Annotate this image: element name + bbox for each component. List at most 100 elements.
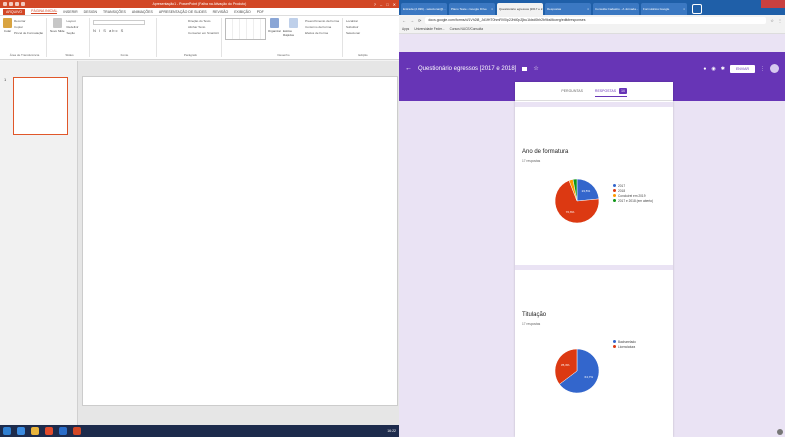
ribbon-tab[interactable]: APRESENTAÇÃO DE SLIDES bbox=[159, 10, 207, 14]
slide-canvas[interactable] bbox=[82, 76, 398, 406]
maximize-button[interactable]: □ bbox=[386, 2, 388, 7]
quick-access-toolbar bbox=[3, 2, 25, 6]
bookmark-item[interactable]: Apps bbox=[402, 27, 409, 31]
paste-button[interactable]: Colar bbox=[3, 18, 12, 57]
save-icon[interactable] bbox=[9, 2, 13, 6]
browser-tab[interactable]: Consulta Cadastro - A Jornada...× bbox=[593, 3, 639, 15]
ribbon-tab[interactable]: INSERIR bbox=[63, 10, 77, 14]
palette-icon[interactable]: ● bbox=[703, 66, 706, 72]
back-icon[interactable]: ← bbox=[402, 18, 406, 23]
ribbon-tab[interactable]: ARQUIVO bbox=[3, 8, 26, 15]
quick-styles-button[interactable]: Estilos Rápidos bbox=[283, 18, 303, 57]
taskbar: 16:22 bbox=[0, 425, 399, 437]
ribbon: Colar Recortar Copiar Pincel de Formataç… bbox=[0, 16, 399, 60]
legend-item[interactable]: Licenciatura bbox=[613, 344, 636, 349]
powerpoint-window: Apresentação1 - PowerPoint (Falha na Ati… bbox=[0, 0, 399, 437]
legend-label: Licenciatura bbox=[618, 344, 636, 349]
paste-icon bbox=[3, 18, 12, 28]
browser-tab[interactable]: Formulários Google × bbox=[641, 3, 687, 15]
new-slide-button[interactable]: Novo Slide bbox=[50, 18, 65, 57]
help-icon[interactable] bbox=[777, 429, 783, 435]
legend-label: Bacharelado bbox=[618, 339, 636, 344]
undo-icon[interactable] bbox=[15, 2, 19, 6]
bookmark-item[interactable]: Universidade Feder... bbox=[414, 27, 444, 31]
browser-tab-label: Consulta Cadastro - A Jornada... bbox=[595, 7, 639, 11]
powerpoint-icon[interactable] bbox=[73, 427, 81, 435]
ribbon-tabs: ARQUIVO PÁGINA INICIAL INSERIR DESIGN TRANSI… bbox=[0, 8, 399, 16]
menu-icon[interactable]: ⋮ bbox=[778, 18, 782, 23]
arrange-button[interactable]: Organizar bbox=[268, 18, 281, 57]
font-controls: N I S abc S bbox=[93, 18, 145, 57]
new-slide-icon bbox=[52, 18, 62, 28]
browser-tab[interactable]: Entrada (2.039) - selecionar@...× bbox=[401, 3, 447, 15]
pie-chart: 64,7% 35,3% bbox=[554, 348, 600, 394]
font-group: N I S abc S Fonte bbox=[93, 18, 157, 57]
chrome-icon[interactable] bbox=[45, 427, 53, 435]
ppt-title-bar: Apresentação1 - PowerPoint (Falha na Ati… bbox=[0, 0, 399, 8]
form-title[interactable]: Questionário egressos [2017 e 2018] bbox=[418, 66, 516, 72]
word-icon[interactable] bbox=[59, 427, 67, 435]
star-icon[interactable]: ☆ bbox=[533, 65, 538, 72]
group-label: Parágrafo bbox=[183, 53, 198, 57]
browser-tab[interactable]: Questionário egressos [2017 e 2...× bbox=[497, 3, 543, 15]
slice-label: 64,7% bbox=[585, 375, 594, 379]
slide-thumbnails-pane: 1 bbox=[0, 61, 78, 425]
font-name-dropdown[interactable] bbox=[93, 20, 145, 25]
ribbon-tab[interactable]: DESIGN bbox=[84, 10, 97, 14]
header-actions: ● ◉ ✱ ENVIAR ⋮ bbox=[703, 64, 779, 73]
select-button[interactable]: Selecionar bbox=[346, 30, 360, 36]
browser-tab-label: Entrada (2.039) - selecionar@... bbox=[403, 7, 446, 11]
preview-icon[interactable]: ◉ bbox=[711, 66, 715, 72]
ribbon-tab[interactable]: PÁGINA INICIAL bbox=[31, 9, 58, 14]
ribbon-tab[interactable]: ANIMAÇÕES bbox=[132, 10, 153, 14]
ribbon-tab[interactable]: REVISÃO bbox=[213, 10, 229, 14]
help-button[interactable]: ? bbox=[374, 2, 376, 7]
star-icon[interactable]: ☆ bbox=[770, 18, 774, 23]
close-button[interactable]: ✕ bbox=[393, 2, 396, 7]
close-tab-icon[interactable]: × bbox=[491, 7, 493, 11]
group-label: Slides bbox=[65, 53, 74, 57]
arrange-icon bbox=[269, 18, 279, 28]
new-tab-button[interactable] bbox=[692, 4, 702, 14]
back-arrow-icon[interactable]: ← bbox=[405, 65, 412, 72]
browser-tab-label: Questionário egressos [2017 e 2... bbox=[499, 7, 543, 11]
ribbon-tab[interactable]: EXIBIÇÃO bbox=[234, 10, 251, 14]
ppt-logo-icon bbox=[3, 2, 7, 6]
ppt-window-controls: ? – □ ✕ bbox=[374, 2, 396, 7]
slides-group: Novo Slide Layout Redefinir Seção Slides bbox=[50, 18, 90, 57]
browser-tab[interactable]: Respostas × bbox=[545, 3, 591, 15]
slide-number: 1 bbox=[4, 77, 7, 82]
browser-tab-strip: Entrada (2.039) - selecionar@...×Plano T… bbox=[399, 0, 785, 15]
ie-icon[interactable] bbox=[17, 427, 25, 435]
start-icon[interactable] bbox=[3, 427, 11, 435]
shape-effects-button[interactable]: Efeitos de Forma bbox=[305, 30, 339, 36]
folder-icon[interactable] bbox=[522, 66, 528, 71]
send-button[interactable]: ENVIAR bbox=[729, 64, 755, 73]
section-button[interactable]: Seção bbox=[67, 30, 79, 36]
address-bar-row: ← → ⟳ docs.google.com/forms/d/1Vh2l8_Jd1… bbox=[399, 15, 785, 25]
slide-thumbnail[interactable] bbox=[13, 77, 68, 135]
browser-window-controls[interactable] bbox=[761, 0, 785, 8]
paragraph-group: Direção do Texto Alinhar Texto Converter… bbox=[160, 18, 222, 57]
format-painter-button[interactable]: Pincel de Formatação bbox=[14, 30, 43, 36]
bookmark-item[interactable]: Cursos NUCE/Consulta bbox=[450, 27, 483, 31]
close-tab-icon[interactable]: × bbox=[587, 7, 589, 11]
browser-tab[interactable]: Plano Teste • Google Drive × bbox=[449, 3, 495, 15]
forms-header-row: ← Questionário egressos [2017 e 2018] ☆ … bbox=[399, 52, 785, 85]
group-label: Área de Transferência bbox=[9, 53, 40, 57]
explorer-icon[interactable] bbox=[31, 427, 39, 435]
ribbon-tab[interactable]: PDF bbox=[257, 10, 264, 14]
avatar[interactable] bbox=[770, 64, 779, 73]
smartart-button[interactable]: Converter em SmartArt bbox=[160, 30, 219, 36]
settings-icon[interactable]: ✱ bbox=[721, 66, 725, 72]
minimize-button[interactable]: – bbox=[380, 2, 382, 7]
reload-icon[interactable]: ⟳ bbox=[418, 18, 421, 23]
more-icon[interactable]: ⋮ bbox=[760, 66, 765, 72]
shapes-gallery[interactable] bbox=[225, 18, 266, 40]
close-tab-icon[interactable]: × bbox=[683, 7, 685, 11]
forward-icon[interactable]: → bbox=[410, 18, 414, 23]
font-format-buttons[interactable]: N I S abc S bbox=[93, 28, 145, 33]
ribbon-tab[interactable]: TRANSIÇÕES bbox=[103, 10, 126, 14]
chart-legend: Bacharelado Licenciatura bbox=[613, 339, 636, 349]
url-input[interactable]: docs.google.com/forms/d/1Vh2l8_Jd1fHT0hm… bbox=[425, 16, 767, 24]
